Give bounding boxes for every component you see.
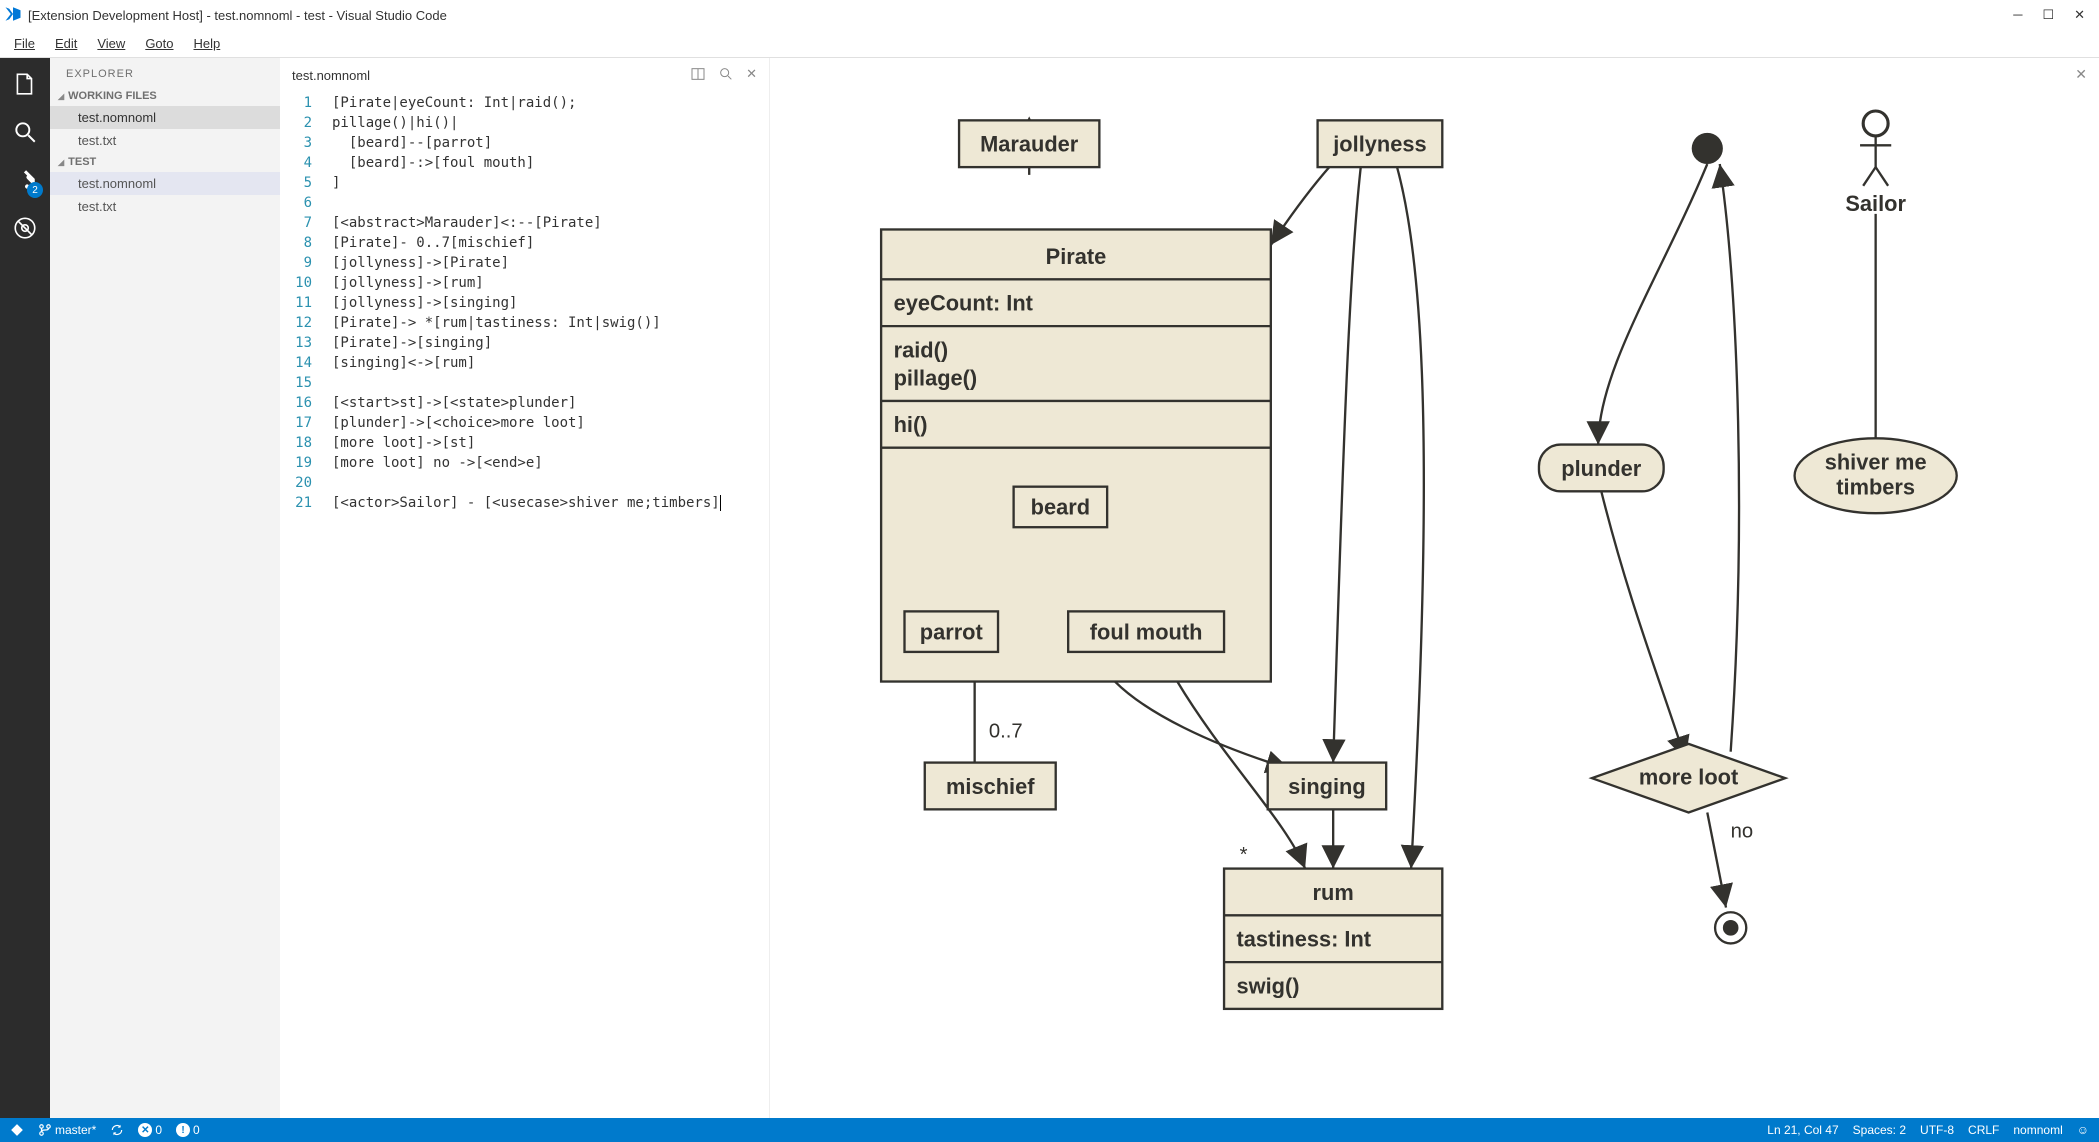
close-button[interactable]: ✕ [2074,7,2085,23]
menu-view[interactable]: View [89,34,133,53]
titlebar: [Extension Development Host] - test.nomn… [0,0,2099,30]
node-shiver2: timbers [1836,474,1915,499]
node-hi: hi() [894,412,928,437]
git-icon[interactable]: 2 [9,164,41,196]
node-jollyness: jollyness [1332,132,1426,157]
preview-icon[interactable] [718,66,734,85]
node-sailor: Sailor [1845,191,1906,216]
node-beard: beard [1031,495,1090,520]
debug-icon[interactable] [9,212,41,244]
window-title: [Extension Development Host] - test.nomn… [28,8,447,23]
node-parrot: parrot [920,619,983,644]
status-eol[interactable]: CRLF [1968,1123,1999,1137]
node-pirate: Pirate [1046,244,1107,269]
status-branch[interactable]: master* [38,1123,96,1137]
search-icon[interactable] [9,116,41,148]
node-pillage: pillage() [894,365,978,390]
node-raid: raid() [894,337,949,362]
editor-area: test.nomnoml ✕ 1234567891011121314151617… [280,58,2099,1118]
file-item[interactable]: test.txt [50,195,280,218]
maximize-button[interactable]: ☐ [2042,7,2054,23]
status-spaces[interactable]: Spaces: 2 [1853,1123,1906,1137]
node-shiver1: shiver me [1825,450,1927,475]
vscode-icon [4,5,22,26]
activity-bar: 2 [0,58,50,1118]
menubar: File Edit View Goto Help [0,30,2099,58]
minimize-button[interactable]: ─ [2013,7,2022,23]
section-test[interactable]: TEST [50,152,280,172]
node-swig: swig() [1237,973,1300,998]
status-encoding[interactable]: UTF-8 [1920,1123,1954,1137]
status-feedback-icon[interactable]: ☺ [2077,1123,2089,1137]
status-git-icon[interactable] [10,1123,24,1137]
actor-sailor [1860,111,1891,186]
editor-tab[interactable]: test.nomnoml [292,68,370,83]
status-warnings[interactable]: !0 [176,1123,200,1137]
git-badge: 2 [27,182,43,198]
node-marauder: Marauder [980,132,1079,157]
sidebar: EXPLORER WORKING FILES test.nomnoml test… [50,58,280,1118]
status-cursor[interactable]: Ln 21, Col 47 [1767,1123,1838,1137]
node-foulmouth: foul mouth [1090,619,1203,644]
file-item[interactable]: test.nomnoml [50,106,280,129]
sidebar-title: EXPLORER [50,58,280,86]
node-mischief: mischief [946,774,1035,799]
status-mode[interactable]: nomnoml [2013,1123,2062,1137]
label-mult: 0..7 [989,721,1023,743]
split-editor-icon[interactable] [690,66,706,85]
file-item[interactable]: test.nomnoml [50,172,280,195]
editor-tab-row: test.nomnoml ✕ [280,58,769,93]
edge-no: no [1731,820,1754,842]
menu-file[interactable]: File [6,34,43,53]
node-moreloot: more loot [1639,764,1738,789]
close-preview-icon[interactable]: ✕ [2075,66,2087,83]
code-body[interactable]: 123456789101112131415161718192021 [Pirat… [280,93,769,1118]
explorer-icon[interactable] [9,68,41,100]
label-star: * [1240,844,1248,866]
statusbar: master* ✕0 !0 Ln 21, Col 47 Spaces: 2 UT… [0,1118,2099,1142]
section-working-files[interactable]: WORKING FILES [50,86,280,106]
node-plunder: plunder [1561,456,1641,481]
node-singing: singing [1288,774,1366,799]
status-errors[interactable]: ✕0 [138,1123,162,1137]
line-gutter: 123456789101112131415161718192021 [280,93,326,1118]
status-sync-icon[interactable] [110,1123,124,1137]
menu-help[interactable]: Help [186,34,229,53]
node-eyecount: eyeCount: Int [894,291,1033,316]
close-tab-icon[interactable]: ✕ [746,66,757,85]
code-editor-pane: test.nomnoml ✕ 1234567891011121314151617… [280,58,770,1118]
file-item[interactable]: test.txt [50,129,280,152]
menu-edit[interactable]: Edit [47,34,85,53]
preview-pane: ✕ [770,58,2099,1118]
menu-goto[interactable]: Goto [137,34,181,53]
code-lines[interactable]: [Pirate|eyeCount: Int|raid();pillage()|h… [326,93,769,1118]
node-rum: rum [1313,880,1354,905]
diagram-preview: plunder more loot no [770,58,2099,1118]
node-tastiness: tastiness: Int [1237,927,1372,952]
